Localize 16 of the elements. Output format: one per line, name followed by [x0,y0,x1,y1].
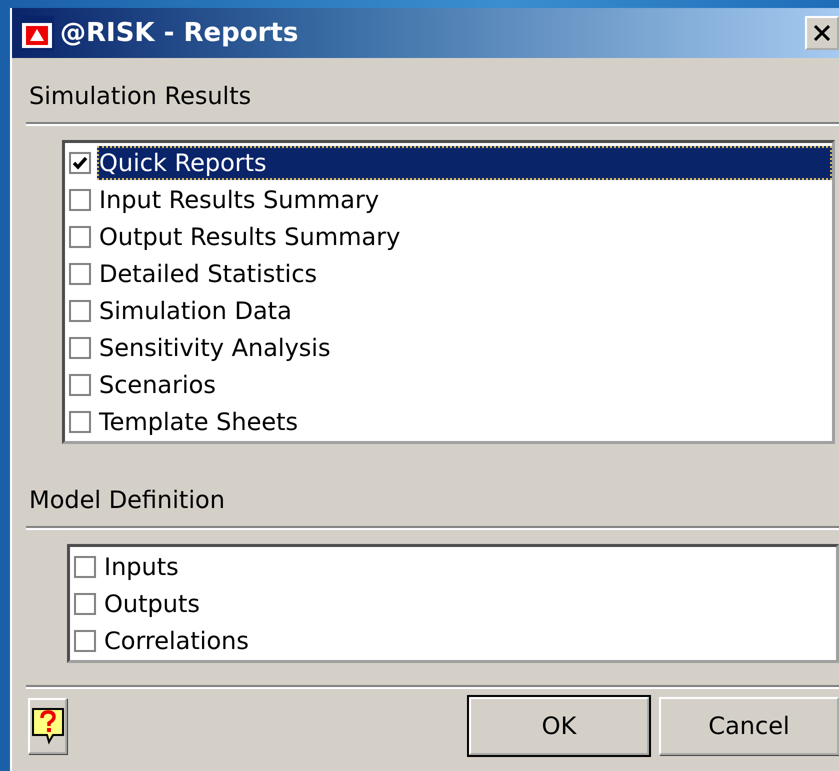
list-item[interactable]: Sensitivity Analysis [97,330,832,364]
dialog-button[interactable]: OK [469,697,649,755]
list-item[interactable]: Outputs [102,586,836,620]
list-item[interactable]: Input Results Summary [97,182,832,216]
list-item[interactable]: Simulation Data [97,294,832,328]
list-item[interactable]: Output Results Summary [97,220,832,254]
section-heading: Simulation Results [29,81,252,112]
list-item[interactable]: Scenarios [97,368,832,402]
window-title: @RISK - Reports [60,18,300,48]
list-item[interactable]: Correlations [102,624,836,658]
dialog-button[interactable]: Cancel [659,697,839,755]
list-item[interactable]: Inputs [102,550,836,584]
list-item[interactable]: Detailed Statistics [97,256,832,290]
list-item[interactable]: Template Sheets [97,404,832,438]
section-heading: Model Definition [29,485,225,516]
list-item[interactable]: Quick Reports [97,146,832,180]
